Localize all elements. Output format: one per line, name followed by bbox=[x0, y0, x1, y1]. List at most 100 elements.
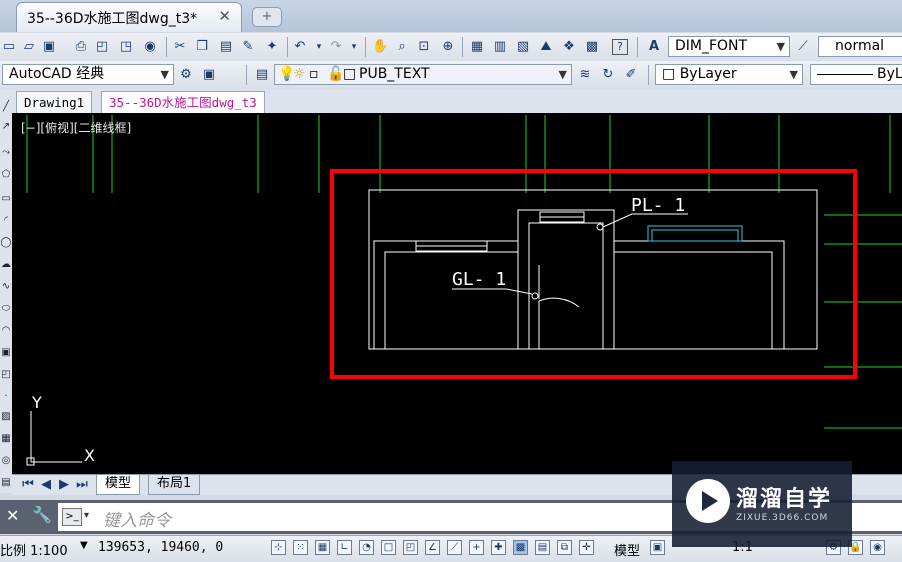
make-block-icon[interactable]: ◰ bbox=[0, 369, 12, 381]
insert-block-icon[interactable]: ▣ bbox=[0, 347, 12, 359]
polygon-icon[interactable]: ⬠ bbox=[0, 169, 12, 181]
drawing-canvas[interactable]: PL- 1 GL- 1 Y X bbox=[12, 113, 902, 474]
file-tab-drawing1[interactable]: Drawing1 bbox=[16, 91, 93, 113]
sheet-set-icon[interactable]: ⛰ bbox=[538, 39, 554, 55]
chevron-down-icon[interactable]: ▾ bbox=[346, 39, 362, 55]
layer-manager-icon[interactable]: ▤ bbox=[254, 67, 270, 83]
wrench-icon[interactable]: 🔧 bbox=[32, 505, 52, 524]
workspace-select[interactable]: AutoCAD 经典 ▼ bbox=[2, 64, 174, 85]
quick-properties-icon[interactable]: ▤ bbox=[535, 540, 550, 555]
new-tab-button[interactable]: + bbox=[252, 7, 282, 27]
new-file-icon[interactable]: ▭ bbox=[1, 39, 17, 55]
region-icon[interactable]: ◎ bbox=[0, 455, 12, 467]
linetype-select[interactable]: ByL bbox=[810, 64, 902, 85]
prev-layout-icon[interactable]: ◀ bbox=[38, 477, 54, 493]
calculator-icon[interactable]: ▩ bbox=[584, 39, 600, 55]
lineweight-icon[interactable]: ✚ bbox=[491, 540, 506, 555]
grid-display-icon[interactable]: ▦ bbox=[315, 540, 330, 555]
close-icon[interactable]: ✕ bbox=[6, 506, 19, 525]
document-tab[interactable]: 35--36D水施工图dwg_t3* ✕ bbox=[16, 2, 242, 32]
open-folder-icon[interactable]: ▱ bbox=[21, 39, 37, 55]
transparency-icon[interactable]: ▩ bbox=[513, 540, 528, 555]
polar-tracking-icon[interactable]: ◔ bbox=[359, 540, 374, 555]
chevron-down-icon[interactable]: ▼ bbox=[161, 65, 169, 84]
chevron-down-icon[interactable]: ▾ bbox=[84, 510, 89, 521]
dim-style-select[interactable]: normal bbox=[818, 36, 902, 57]
circle-icon[interactable]: ◯ bbox=[0, 237, 12, 249]
paste-icon[interactable]: ▤ bbox=[218, 39, 234, 55]
block-editor-icon[interactable]: ✦ bbox=[264, 39, 280, 55]
layer-states-icon[interactable]: ✐ bbox=[623, 67, 639, 83]
revision-cloud-icon[interactable]: ☁ bbox=[0, 259, 12, 271]
zoom-window-icon[interactable]: ⊡ bbox=[416, 39, 432, 55]
pan-hand-icon[interactable]: ✋ bbox=[372, 39, 388, 55]
tool-palettes-icon[interactable]: ▧ bbox=[515, 39, 531, 55]
undo-icon[interactable]: ↶ bbox=[292, 39, 308, 55]
chevron-down-icon[interactable]: ▼ bbox=[790, 65, 798, 84]
file-tab-active[interactable]: 35--36D水施工图dwg_t3 bbox=[101, 91, 265, 113]
selection-cycling-icon[interactable]: ⧉ bbox=[557, 540, 572, 555]
annotation-monitor-icon[interactable]: ✛ bbox=[579, 540, 594, 555]
chevron-down-icon[interactable]: ▼ bbox=[777, 37, 785, 56]
text-style-select[interactable]: DIM_FONT ▼ bbox=[668, 36, 790, 57]
clean-screen-icon[interactable]: ▣ bbox=[201, 67, 217, 83]
match-properties-icon[interactable]: ✎ bbox=[240, 39, 256, 55]
hardware-acceleration-icon[interactable]: ◉ bbox=[870, 540, 885, 555]
make-current-layer-icon[interactable]: ≋ bbox=[577, 67, 593, 83]
plot-3d-icon[interactable]: ◉ bbox=[142, 39, 158, 55]
layer-previous-icon[interactable]: ↻ bbox=[600, 67, 616, 83]
zoom-previous-icon[interactable]: ⊕ bbox=[440, 39, 456, 55]
rectangle-icon[interactable]: ▭ bbox=[0, 193, 12, 205]
layer-freeze-sun-icon[interactable]: ☼ bbox=[293, 65, 306, 84]
point-icon[interactable]: · bbox=[0, 391, 12, 403]
chevron-down-icon[interactable]: ▾ bbox=[311, 39, 327, 55]
first-layout-icon[interactable]: ⏮ bbox=[20, 477, 36, 493]
model-space-toggle[interactable]: 模型 bbox=[614, 540, 640, 559]
chevron-down-icon[interactable]: ▼ bbox=[559, 65, 567, 84]
tab-model[interactable]: 模型 bbox=[96, 475, 141, 495]
help-icon[interactable]: ? bbox=[612, 39, 628, 55]
cut-icon[interactable]: ✂ bbox=[172, 39, 188, 55]
snap-mode-icon[interactable]: ⁙ bbox=[293, 540, 308, 555]
coordinate-readout[interactable]: 139653, 19460, 0 bbox=[98, 540, 223, 555]
infer-constraints-icon[interactable]: ⊹ bbox=[271, 540, 286, 555]
hatch-icon[interactable]: ▨ bbox=[0, 411, 12, 423]
spline-icon[interactable]: ∿ bbox=[0, 281, 12, 293]
viewport-controls-label[interactable]: [−][俯视][二维线框] bbox=[21, 119, 131, 136]
chevron-down-icon[interactable]: ▼ bbox=[80, 540, 88, 551]
annotation-scale[interactable]: 比例 1:100 bbox=[0, 540, 68, 559]
print-preview-icon[interactable]: ◰ bbox=[94, 39, 110, 55]
tab-layout1[interactable]: 布局1 bbox=[148, 475, 201, 495]
construction-line-icon[interactable]: ↗ bbox=[0, 121, 12, 133]
properties-icon[interactable]: ▦ bbox=[469, 39, 485, 55]
text-style-icon[interactable]: A bbox=[646, 39, 662, 55]
gradient-icon[interactable]: ▦ bbox=[0, 433, 12, 445]
next-layout-icon[interactable]: ▶ bbox=[56, 477, 72, 493]
save-icon[interactable]: ▣ bbox=[41, 39, 57, 55]
copy-icon[interactable]: ❐ bbox=[194, 39, 210, 55]
layer-lock-icon[interactable]: 🔓 bbox=[327, 65, 344, 84]
3d-object-snap-icon[interactable]: ◰ bbox=[403, 540, 418, 555]
color-select[interactable]: □ ByLayer ▼ bbox=[655, 64, 803, 85]
print-icon[interactable]: ⎙ bbox=[73, 39, 89, 55]
publish-icon[interactable]: ◳ bbox=[118, 39, 134, 55]
workspace-settings-icon[interactable]: ⚙ bbox=[178, 67, 194, 83]
design-center-icon[interactable]: ▥ bbox=[492, 39, 508, 55]
dim-style-icon[interactable]: ⟋ bbox=[795, 39, 811, 55]
dynamic-ucs-icon[interactable]: ⟋ bbox=[447, 540, 462, 555]
object-snap-tracking-icon[interactable]: ∠ bbox=[425, 540, 440, 555]
markup-icon[interactable]: ❖ bbox=[561, 39, 577, 55]
ellipse-icon[interactable]: ⬭ bbox=[0, 303, 12, 315]
arc-icon[interactable]: ◜ bbox=[0, 215, 12, 227]
line-icon[interactable]: ╱ bbox=[0, 101, 12, 113]
redo-icon[interactable]: ↷ bbox=[328, 39, 344, 55]
ortho-mode-icon[interactable]: ∟ bbox=[337, 540, 352, 555]
object-snap-icon[interactable]: □ bbox=[381, 540, 396, 555]
close-icon[interactable]: ✕ bbox=[218, 7, 231, 25]
last-layout-icon[interactable]: ⏭ bbox=[74, 477, 90, 493]
layer-select[interactable]: 💡 ☼ ▫ 🔓 □ PUB_TEXT ▼ bbox=[274, 64, 572, 85]
quick-view-layouts-icon[interactable]: ▣ bbox=[650, 540, 665, 555]
polyline-icon[interactable]: ⤳ bbox=[0, 147, 12, 159]
ellipse-arc-icon[interactable]: ◠ bbox=[0, 325, 12, 337]
dynamic-input-icon[interactable]: + bbox=[469, 540, 484, 555]
